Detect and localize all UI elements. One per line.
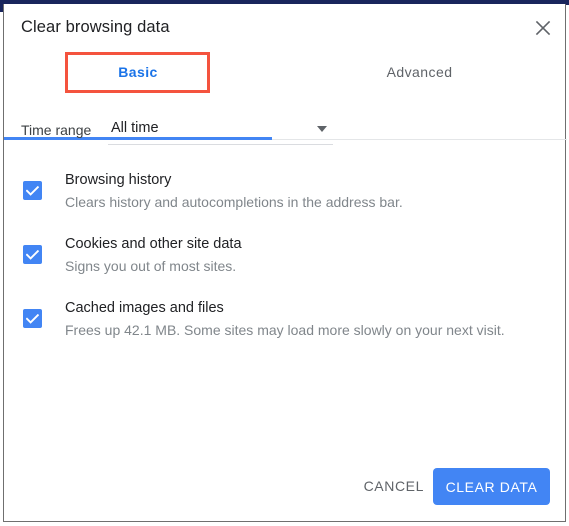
option-title: Cookies and other site data — [65, 236, 242, 252]
options-list: Browsing history Clears history and auto… — [4, 162, 567, 354]
dialog-tabs: Basic Advanced — [4, 51, 567, 140]
tab-basic[interactable]: Basic — [4, 51, 272, 92]
close-icon — [535, 20, 551, 36]
checkbox-cached-images-files[interactable] — [23, 309, 42, 328]
clear-browsing-data-dialog: Clear browsing data Basic Advanced Time … — [3, 4, 567, 522]
time-range-row: Time range All time — [21, 114, 541, 148]
time-range-select[interactable]: All time — [108, 114, 333, 145]
check-icon — [26, 313, 39, 324]
option-title: Cached images and files — [65, 300, 224, 316]
time-range-value: All time — [111, 120, 159, 136]
check-icon — [26, 249, 39, 260]
checkbox-browsing-history[interactable] — [23, 181, 42, 200]
option-browsing-history[interactable]: Browsing history Clears history and auto… — [4, 162, 567, 226]
check-icon — [26, 185, 39, 196]
time-range-label: Time range — [21, 122, 92, 138]
dialog-footer: CANCEL CLEAR DATA — [4, 455, 565, 521]
option-cookies-site-data[interactable]: Cookies and other site data Signs you ou… — [4, 226, 567, 290]
option-description: Signs you out of most sites. — [65, 258, 237, 274]
option-cached-images-files[interactable]: Cached images and files Frees up 42.1 MB… — [4, 290, 567, 354]
clear-data-button[interactable]: CLEAR DATA — [433, 468, 550, 505]
page-title: Clear browsing data — [21, 18, 170, 36]
dialog-header: Clear browsing data — [4, 4, 565, 48]
close-button[interactable] — [529, 14, 557, 42]
tab-advanced[interactable]: Advanced — [272, 51, 567, 92]
checkbox-cookies-site-data[interactable] — [23, 245, 42, 264]
option-description: Clears history and autocompletions in th… — [65, 194, 403, 210]
chevron-down-icon — [317, 126, 327, 132]
browser-window: Clear browsing data Basic Advanced Time … — [0, 0, 569, 526]
option-title: Browsing history — [65, 172, 172, 188]
option-description: Frees up 42.1 MB. Some sites may load mo… — [65, 322, 505, 338]
cancel-button[interactable]: CANCEL — [356, 468, 432, 504]
